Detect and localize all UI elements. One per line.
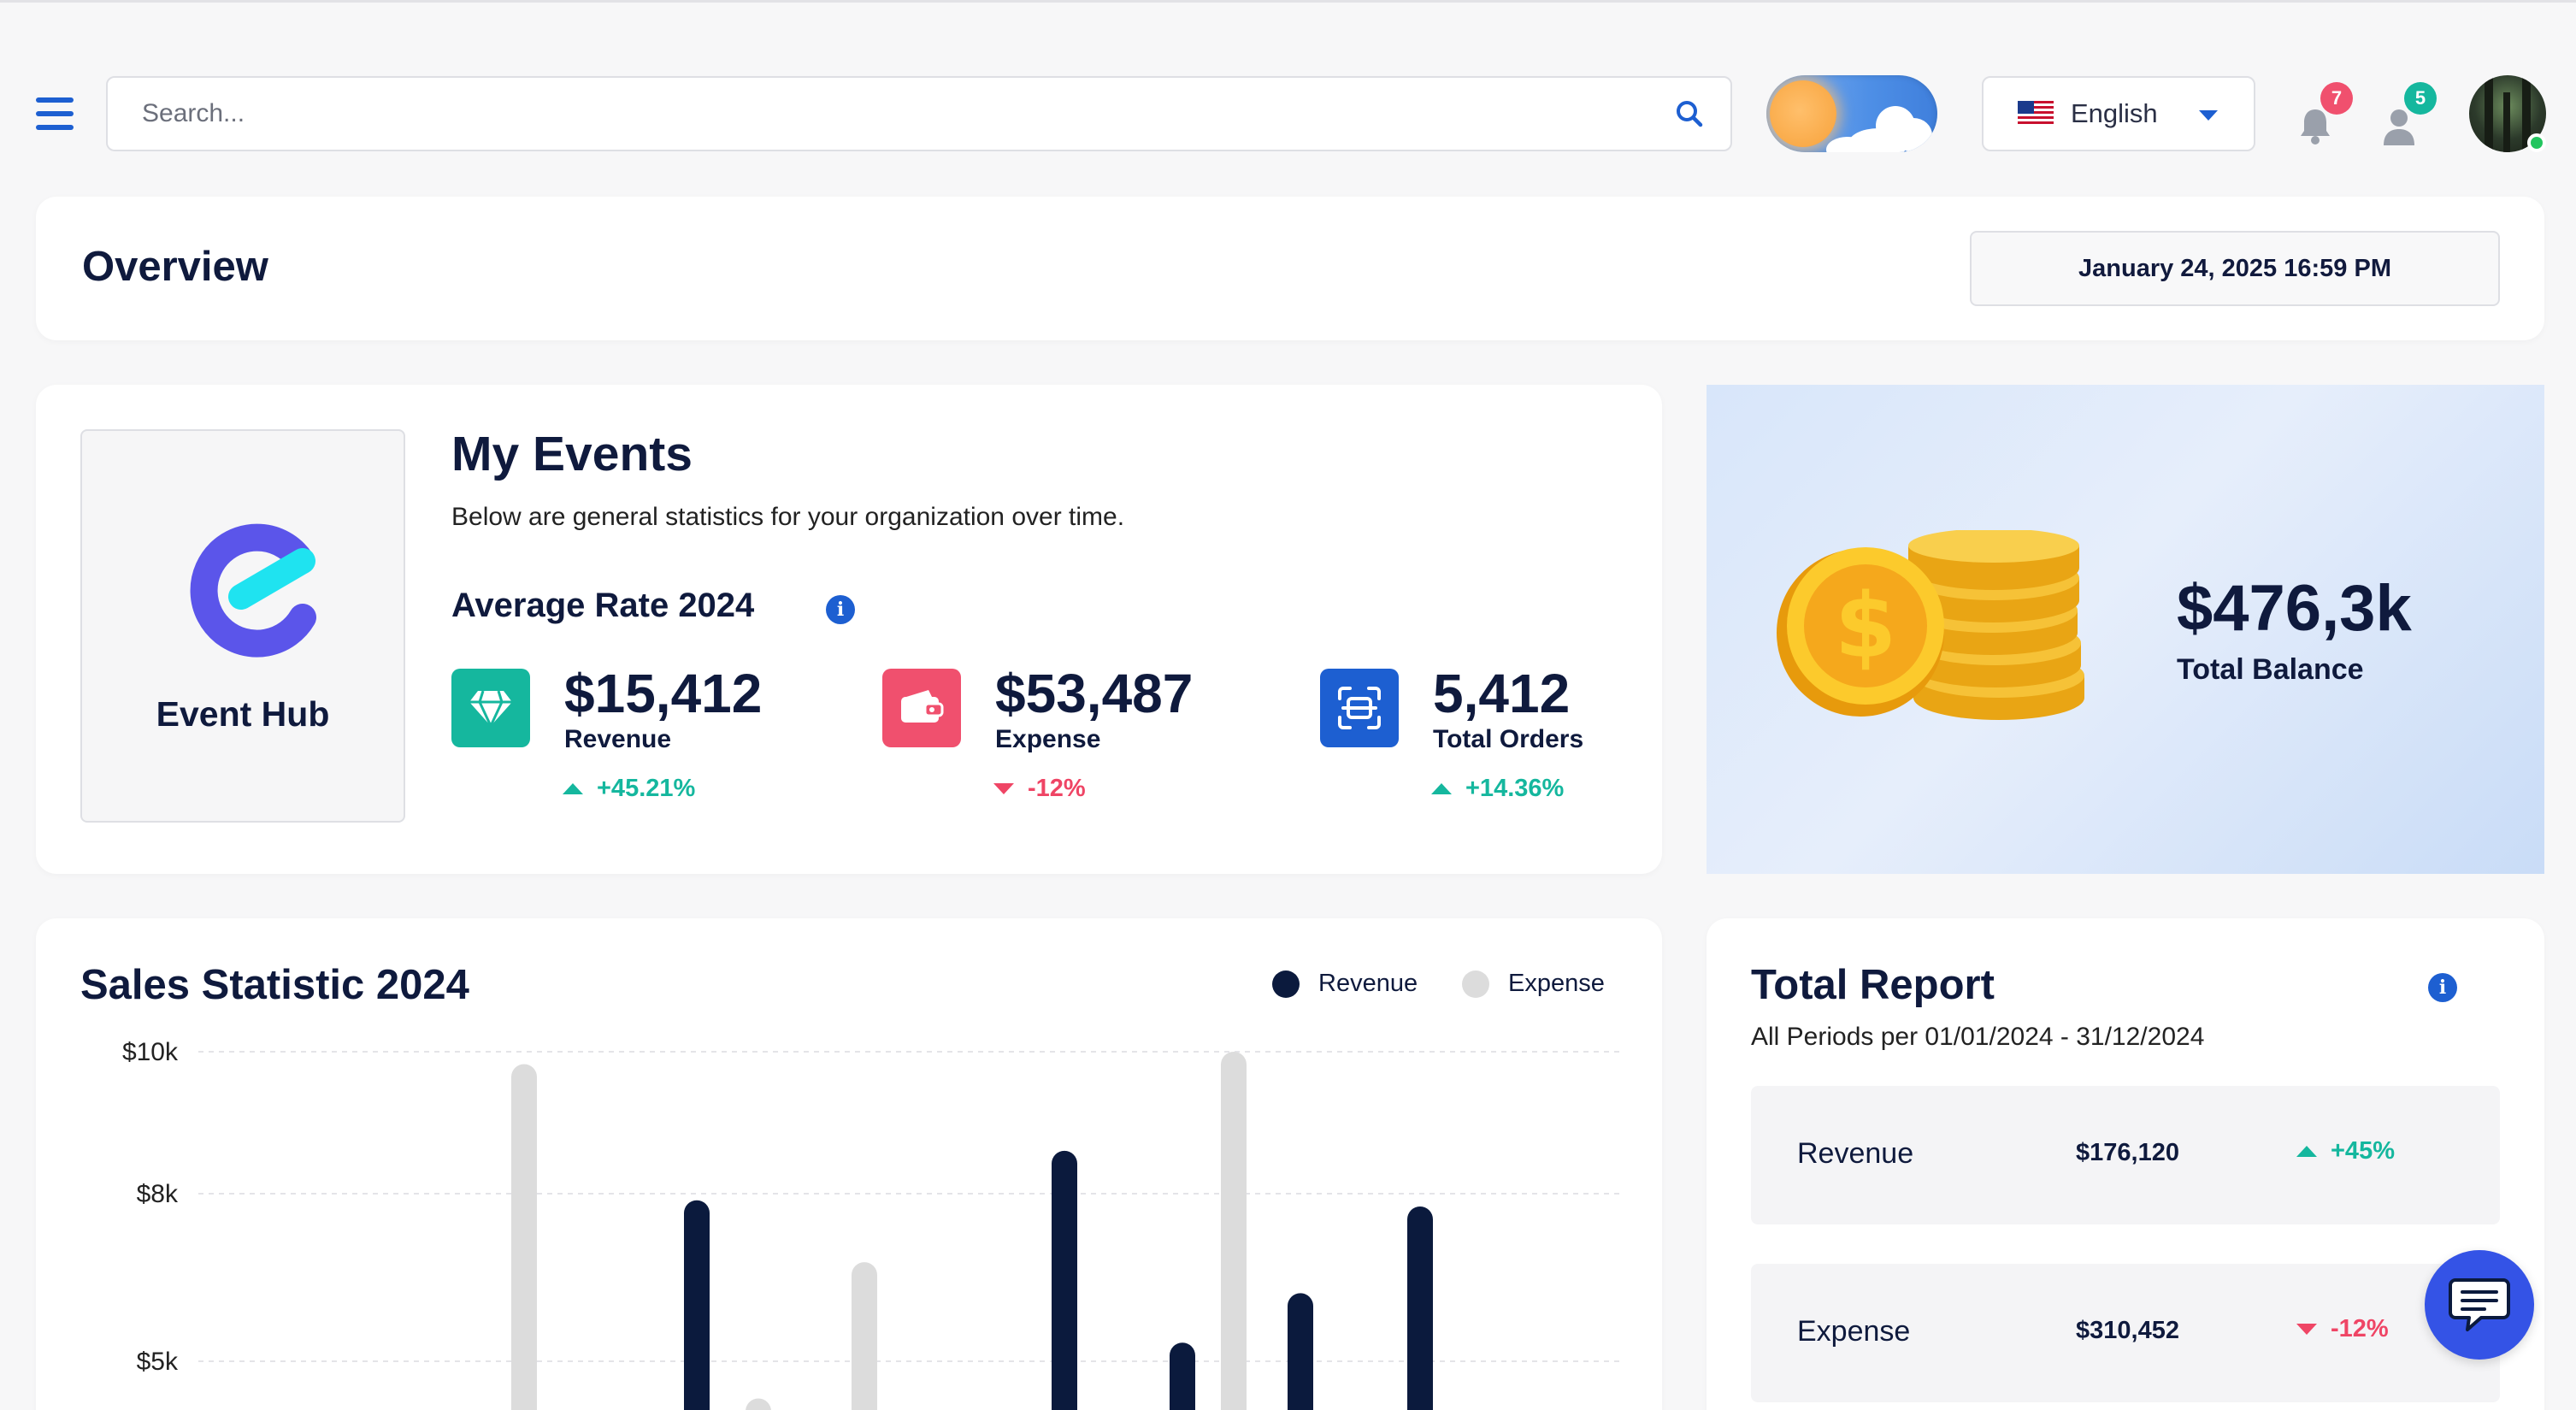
- report-row-label: Revenue: [1797, 1137, 1914, 1170]
- stat-label: Total Orders: [1433, 725, 1584, 753]
- top-border: [0, 0, 2576, 3]
- y-tick-label: $5k: [137, 1348, 179, 1376]
- stat-value: 5,412: [1433, 663, 1571, 724]
- search-icon[interactable]: [1672, 97, 1707, 131]
- average-rate-title: Average Rate 2024: [451, 587, 755, 624]
- events-title: My Events: [451, 427, 693, 481]
- users-badge: 5: [2404, 82, 2437, 115]
- sales-bar-chart: $10k $8k $5k: [122, 1038, 1623, 1410]
- wallet-icon: [882, 669, 961, 747]
- svg-text:$: $: [1835, 574, 1896, 678]
- info-icon[interactable]: i: [826, 595, 855, 624]
- arrow-down-icon: [2296, 1324, 2317, 1335]
- total-balance-label: Total Balance: [2177, 653, 2364, 686]
- report-title: Total Report: [1751, 962, 1995, 1008]
- notification-badge: 7: [2320, 82, 2353, 115]
- bar-revenue[interactable]: [684, 1200, 710, 1410]
- menu-icon: [36, 97, 74, 103]
- report-row-value: $310,452: [2076, 1317, 2179, 1344]
- info-icon[interactable]: i: [2428, 973, 2457, 1002]
- overview-card: Overview January 24, 2025 16:59 PM: [36, 197, 2544, 340]
- sun-icon: [1770, 80, 1836, 147]
- report-row-revenue: Revenue $176,120 +45%: [1751, 1086, 2500, 1224]
- y-tick-label: $10k: [122, 1038, 179, 1066]
- coins-icon: $: [1777, 530, 2084, 720]
- search-input[interactable]: [142, 99, 1672, 128]
- chat-icon: [2449, 1278, 2510, 1331]
- chevron-down-icon: [2199, 110, 2218, 121]
- bar-revenue[interactable]: [1052, 1150, 1077, 1410]
- user-icon[interactable]: [2382, 108, 2416, 145]
- my-events-card: Event Hub My Events Below are general st…: [36, 385, 1662, 874]
- bar-expense[interactable]: [511, 1064, 537, 1410]
- language-label: English: [2071, 98, 2158, 128]
- report-row-value: $176,120: [2076, 1139, 2179, 1166]
- scan-icon: [1320, 669, 1399, 747]
- arrow-up-icon: [1431, 783, 1452, 794]
- us-flag-icon: [2018, 101, 2054, 127]
- stat-label: Expense: [995, 725, 1101, 753]
- stat-change: -12%: [993, 775, 1086, 803]
- report-row-change: +45%: [2296, 1137, 2395, 1165]
- menu-toggle-button[interactable]: [36, 97, 74, 130]
- sales-statistic-card: Sales Statistic 2024 Revenue Expense $10…: [36, 918, 1662, 1410]
- report-row-change: -12%: [2296, 1315, 2389, 1343]
- stat-change: +45.21%: [563, 775, 695, 803]
- language-select[interactable]: English: [1982, 76, 2255, 151]
- arrow-up-icon: [2296, 1146, 2317, 1157]
- online-status-dot: [2527, 133, 2546, 152]
- bar-revenue[interactable]: [1407, 1206, 1433, 1410]
- stat-value: $15,412: [564, 663, 763, 724]
- events-subtitle: Below are general statistics for your or…: [451, 503, 1125, 531]
- arrow-up-icon: [563, 783, 583, 794]
- search-bar: [106, 76, 1732, 151]
- total-balance-value: $476,3k: [2177, 572, 2412, 645]
- stat-change: +14.36%: [1431, 775, 1564, 803]
- event-hub-logo-box: Event Hub: [80, 429, 405, 823]
- stat-label: Revenue: [564, 725, 672, 753]
- total-report-card: Total Report i All Periods per 01/01/202…: [1707, 918, 2544, 1410]
- bar-revenue[interactable]: [1288, 1293, 1313, 1410]
- diamond-icon: [451, 669, 530, 747]
- page-title: Overview: [82, 244, 268, 290]
- stat-value: $53,487: [995, 663, 1194, 724]
- total-balance-card: $ $476,3k Total Balance: [1707, 385, 2544, 874]
- bar-expense[interactable]: [1221, 1052, 1247, 1410]
- theme-toggle[interactable]: [1766, 75, 1937, 152]
- bar-expense[interactable]: [852, 1262, 877, 1410]
- logo-text: Event Hub: [156, 694, 330, 734]
- report-row-expense: Expense $310,452 -12%: [1751, 1264, 2500, 1402]
- event-hub-logo: [190, 523, 316, 658]
- arrow-down-icon: [993, 783, 1014, 794]
- report-row-label: Expense: [1797, 1315, 1911, 1348]
- y-tick-label: $8k: [137, 1180, 179, 1208]
- report-period: All Periods per 01/01/2024 - 31/12/2024: [1751, 1023, 2205, 1051]
- bar-revenue[interactable]: [1170, 1342, 1195, 1410]
- bar-expense[interactable]: [746, 1398, 771, 1410]
- chat-button[interactable]: [2425, 1250, 2534, 1360]
- current-datetime: January 24, 2025 16:59 PM: [1970, 231, 2500, 306]
